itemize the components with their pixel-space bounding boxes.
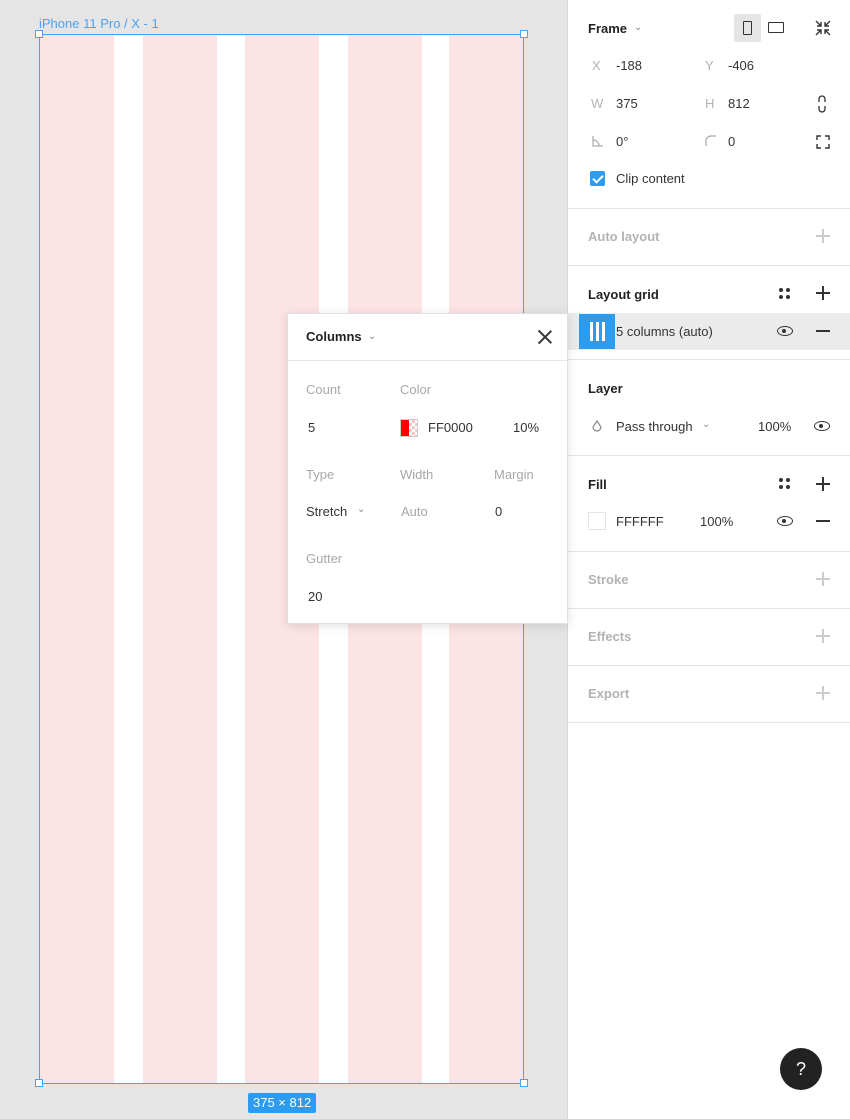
add-stroke-icon[interactable] bbox=[816, 572, 830, 586]
layer-section: Layer Pass through ⌄ 100% bbox=[568, 360, 850, 456]
count-input[interactable]: 5 bbox=[308, 420, 315, 435]
eye-icon[interactable] bbox=[814, 421, 830, 431]
w-input[interactable]: 375 bbox=[616, 96, 638, 111]
grid-item-label[interactable]: 5 columns (auto) bbox=[616, 324, 713, 339]
columns-grid-icon[interactable] bbox=[579, 314, 615, 349]
resize-handle-top-left[interactable] bbox=[35, 30, 43, 38]
blend-mode-icon bbox=[592, 420, 602, 432]
fill-opacity-input[interactable]: 100% bbox=[700, 514, 733, 529]
help-button[interactable]: ? bbox=[780, 1048, 822, 1090]
stroke-title: Stroke bbox=[588, 572, 629, 587]
grid-color-opacity-input[interactable]: 10% bbox=[513, 420, 539, 435]
grid-type-select[interactable]: Columns bbox=[306, 329, 362, 344]
fill-title: Fill bbox=[588, 477, 607, 492]
w-label: W bbox=[591, 96, 604, 111]
layer-opacity-input[interactable]: 100% bbox=[758, 419, 791, 434]
frame-title[interactable]: Frame bbox=[588, 21, 627, 36]
corner-radius-input[interactable]: 0 bbox=[728, 134, 735, 149]
chevron-down-icon[interactable]: ⌄ bbox=[702, 419, 710, 430]
resize-handle-top-right[interactable] bbox=[520, 30, 528, 38]
layer-title: Layer bbox=[588, 381, 623, 396]
resize-handle-bottom-left[interactable] bbox=[35, 1079, 43, 1087]
gutter-input[interactable]: 20 bbox=[308, 589, 322, 604]
fill-hex-input[interactable]: FFFFFF bbox=[616, 514, 664, 529]
y-input[interactable]: -406 bbox=[728, 58, 754, 73]
h-label: H bbox=[705, 96, 715, 111]
rotation-icon bbox=[592, 136, 603, 147]
fill-styles-icon[interactable] bbox=[779, 478, 791, 490]
count-label: Count bbox=[306, 382, 341, 397]
layout-grid-title: Layout grid bbox=[588, 287, 659, 302]
add-auto-layout-icon[interactable] bbox=[816, 229, 830, 243]
fill-color-swatch[interactable] bbox=[588, 512, 606, 530]
corner-radius-icon bbox=[705, 135, 716, 146]
popover-header: Columns ⌄ bbox=[288, 314, 567, 361]
frame-label[interactable]: iPhone 11 Pro / X - 1 bbox=[39, 16, 159, 31]
x-label: X bbox=[592, 58, 601, 73]
add-grid-icon[interactable] bbox=[816, 286, 830, 300]
layout-grid-item[interactable]: 5 columns (auto) bbox=[568, 313, 850, 350]
auto-layout-title: Auto layout bbox=[588, 229, 660, 244]
margin-label: Margin bbox=[494, 467, 534, 482]
landscape-icon[interactable] bbox=[768, 22, 784, 33]
rotation-input[interactable]: 0° bbox=[616, 134, 628, 149]
size-badge: 375 × 812 bbox=[248, 1093, 317, 1113]
portrait-button[interactable] bbox=[734, 14, 761, 42]
resize-handle-bottom-right[interactable] bbox=[520, 1079, 528, 1087]
close-icon[interactable] bbox=[536, 328, 554, 346]
add-export-icon[interactable] bbox=[816, 686, 830, 700]
frame-section: Frame ⌄ X -188 Y -406 W 375 H 812 0° 0 C… bbox=[568, 0, 850, 209]
collapse-icon[interactable] bbox=[814, 19, 832, 37]
export-title: Export bbox=[588, 686, 630, 701]
margin-input[interactable]: 0 bbox=[495, 504, 502, 519]
stroke-section: Stroke bbox=[568, 552, 850, 609]
auto-layout-section: Auto layout bbox=[568, 209, 850, 266]
grid-column bbox=[143, 35, 217, 1083]
eye-icon[interactable] bbox=[777, 326, 793, 336]
chevron-down-icon[interactable]: ⌄ bbox=[357, 504, 365, 515]
eye-icon[interactable] bbox=[777, 516, 793, 526]
remove-grid-icon[interactable] bbox=[816, 324, 830, 338]
portrait-icon bbox=[743, 21, 752, 35]
grid-column bbox=[40, 35, 114, 1083]
add-fill-icon[interactable] bbox=[816, 477, 830, 491]
type-label: Type bbox=[306, 467, 335, 482]
grid-color-hex-input[interactable]: FF0000 bbox=[428, 420, 473, 435]
grid-settings-popover: Columns ⌄ Count Color 5 FF0000 10% Type … bbox=[287, 313, 568, 624]
width-label: Width bbox=[400, 467, 434, 482]
add-effect-icon[interactable] bbox=[816, 629, 830, 643]
constrain-proportions-icon[interactable] bbox=[817, 95, 827, 113]
type-select[interactable]: Stretch bbox=[306, 504, 347, 519]
properties-panel: Frame ⌄ X -188 Y -406 W 375 H 812 0° 0 C… bbox=[567, 0, 850, 1119]
x-input[interactable]: -188 bbox=[616, 58, 642, 73]
fill-section: Fill bbox=[568, 456, 850, 552]
clip-content-label[interactable]: Clip content bbox=[616, 171, 685, 186]
remove-fill-icon[interactable] bbox=[816, 514, 830, 528]
y-label: Y bbox=[705, 58, 714, 73]
effects-title: Effects bbox=[588, 629, 632, 644]
effects-section: Effects bbox=[568, 609, 850, 666]
blend-mode-select[interactable]: Pass through bbox=[616, 419, 693, 434]
gutter-label: Gutter bbox=[306, 551, 343, 566]
color-label: Color bbox=[400, 382, 432, 397]
width-input[interactable]: Auto bbox=[401, 504, 428, 519]
grid-color-swatch[interactable] bbox=[400, 419, 418, 437]
independent-corners-icon[interactable] bbox=[816, 135, 830, 149]
clip-content-checkbox[interactable] bbox=[590, 171, 605, 186]
grid-styles-icon[interactable] bbox=[779, 288, 791, 300]
chevron-down-icon[interactable]: ⌄ bbox=[634, 22, 642, 33]
export-section: Export bbox=[568, 666, 850, 723]
h-input[interactable]: 812 bbox=[728, 96, 750, 111]
chevron-down-icon[interactable]: ⌄ bbox=[368, 331, 376, 342]
